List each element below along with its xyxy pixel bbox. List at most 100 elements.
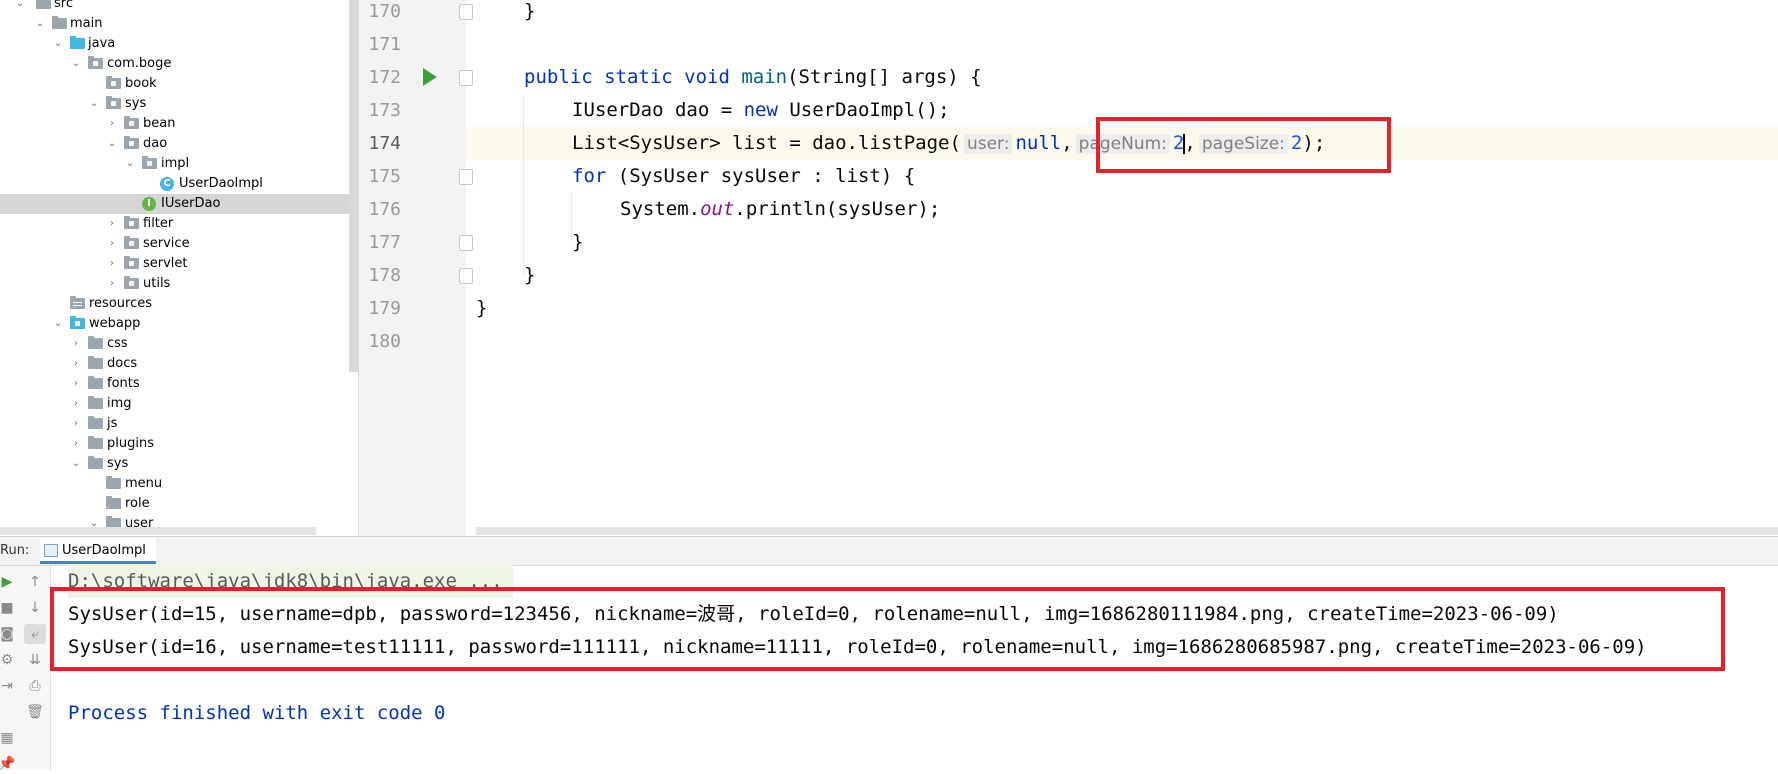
tree-item-bean[interactable]: › bean [0, 114, 358, 134]
highlight-box-output [50, 587, 1725, 671]
package-icon [124, 136, 139, 149]
print-icon[interactable]: ⎙ [24, 676, 46, 696]
chevron-down-icon[interactable]: ⌄ [52, 34, 64, 54]
chevron-down-icon[interactable]: ⌄ [52, 314, 64, 334]
folder-icon [106, 476, 121, 489]
tree-horizontal-scrollbar[interactable] [0, 527, 316, 535]
chevron-down-icon[interactable]: ⌄ [14, 0, 26, 14]
chevron-down-icon[interactable]: ⌄ [124, 154, 136, 174]
chevron-right-icon[interactable]: › [70, 434, 82, 454]
tree-item-dao[interactable]: ⌄ dao [0, 134, 358, 154]
package-icon [88, 56, 103, 69]
line-number: 175 [368, 166, 401, 187]
tree-item-js[interactable]: › js [0, 414, 358, 434]
tree-item-role[interactable]: role [0, 494, 358, 514]
exit-icon[interactable]: ⇥ [0, 676, 18, 696]
up-arrow-icon[interactable]: ↑ [24, 572, 46, 592]
fold-marker-icon[interactable] [459, 4, 473, 20]
camera-icon[interactable]: ◙ [0, 624, 18, 644]
pin-icon[interactable]: 📌 [0, 754, 18, 774]
param-hint-user: user: [963, 134, 1013, 154]
chevron-right-icon[interactable]: › [70, 374, 82, 394]
folder-icon [88, 376, 103, 389]
tree-item-plugins[interactable]: › plugins [0, 434, 358, 454]
line-number: 173 [368, 100, 401, 121]
tree-item-iuserdao[interactable]: I IUserDao [0, 194, 358, 214]
code-line-178: } [524, 264, 536, 286]
folder-icon [36, 0, 51, 9]
tree-item-book[interactable]: book [0, 74, 358, 94]
line-number: 171 [368, 34, 401, 55]
tree-item-sys-folder[interactable]: ⌄ sys [0, 454, 358, 474]
code-line-172: public static void main(String[] args) { [524, 66, 982, 88]
chevron-right-icon[interactable]: › [106, 274, 118, 294]
rerun-icon[interactable]: ▶ [0, 572, 18, 592]
chevron-right-icon[interactable]: › [70, 354, 82, 374]
chevron-right-icon[interactable]: › [70, 414, 82, 434]
stop-icon[interactable]: ■ [0, 598, 18, 618]
line-number: 178 [368, 265, 401, 286]
tree-item-utils[interactable]: › utils [0, 274, 358, 294]
tree-item-service[interactable]: › service [0, 234, 358, 254]
tree-item-main[interactable]: ⌄ main [0, 14, 358, 34]
tree-item-src[interactable]: ⌄ src [0, 0, 358, 14]
code-line-173: IUserDao dao = new UserDaoImpl(); [572, 99, 950, 121]
editor-horizontal-scrollbar[interactable] [476, 527, 1778, 535]
settings-icon[interactable]: ⚙ [0, 650, 18, 670]
run-panel: Run: UserDaoImpl ▶ ↑ ■ ↓ ◙ ⤶ ⚙ ⇊ ⇥ ⎙ 🗑 ▦… [0, 536, 1778, 772]
chevron-down-icon[interactable]: ⌄ [34, 14, 46, 34]
tree-item-docs[interactable]: › docs [0, 354, 358, 374]
tree-item-css[interactable]: › css [0, 334, 358, 354]
tree-item-resources[interactable]: resources [0, 294, 358, 314]
folder-icon [88, 436, 103, 449]
chevron-right-icon[interactable]: › [70, 334, 82, 354]
code-editor[interactable]: 170 171 172 173 174 175 176 177 178 179 … [359, 0, 1778, 536]
tab-userdaoimpl[interactable]: UserDaoImpl [40, 537, 156, 564]
tree-item-img[interactable]: › img [0, 394, 358, 414]
chevron-right-icon[interactable]: › [106, 234, 118, 254]
tree-item-webapp[interactable]: ⌄ webapp [0, 314, 358, 334]
chevron-down-icon[interactable]: ⌄ [106, 134, 118, 154]
tree-item-java[interactable]: ⌄ java [0, 34, 358, 54]
chevron-right-icon[interactable]: › [70, 394, 82, 414]
tree-item-fonts[interactable]: › fonts [0, 374, 358, 394]
soft-wrap-icon[interactable]: ⤶ [24, 624, 46, 644]
folder-icon [88, 356, 103, 369]
down-arrow-icon[interactable]: ↓ [24, 598, 46, 618]
package-icon [124, 216, 139, 229]
tree-item-filter[interactable]: › filter [0, 214, 358, 234]
scroll-to-end-icon[interactable]: ⇊ [24, 650, 46, 670]
tree-vertical-scrollbar[interactable] [349, 0, 358, 372]
tree-item-impl[interactable]: ⌄ impl [0, 154, 358, 174]
tree-item-com-boge[interactable]: ⌄ com.boge [0, 54, 358, 74]
code-line-175: for (SysUser sysUser : list) { [572, 165, 916, 187]
fold-marker-icon[interactable] [459, 169, 473, 185]
package-icon [124, 236, 139, 249]
chevron-down-icon[interactable]: ⌄ [88, 94, 100, 114]
chevron-right-icon[interactable]: › [106, 254, 118, 274]
line-number: 180 [368, 331, 401, 352]
resources-folder-icon [70, 296, 85, 309]
folder-icon [88, 416, 103, 429]
tab-label: UserDaoImpl [62, 543, 146, 558]
tree-item-userdaoimpl[interactable]: C UserDaoImpl [0, 174, 358, 194]
folder-icon [52, 16, 67, 29]
chevron-down-icon[interactable]: ⌄ [70, 454, 82, 474]
fold-marker-icon[interactable] [459, 268, 473, 284]
layout-icon[interactable]: ▦ [0, 728, 18, 748]
chevron-right-icon[interactable]: › [106, 214, 118, 234]
chevron-down-icon[interactable]: ⌄ [70, 54, 82, 74]
tree-item-servlet[interactable]: › servlet [0, 254, 358, 274]
tree-item-sys[interactable]: ⌄ sys [0, 94, 358, 114]
chevron-right-icon[interactable]: › [106, 114, 118, 134]
fold-marker-icon[interactable] [459, 235, 473, 251]
line-number: 177 [368, 232, 401, 253]
package-icon [124, 276, 139, 289]
code-line-179: } [476, 297, 488, 319]
fold-marker-icon[interactable] [459, 70, 473, 86]
package-icon [142, 156, 157, 169]
run-gutter-icon[interactable] [423, 68, 437, 86]
trash-icon[interactable]: 🗑 [24, 702, 46, 722]
tree-item-menu[interactable]: menu [0, 474, 358, 494]
package-icon [124, 116, 139, 129]
